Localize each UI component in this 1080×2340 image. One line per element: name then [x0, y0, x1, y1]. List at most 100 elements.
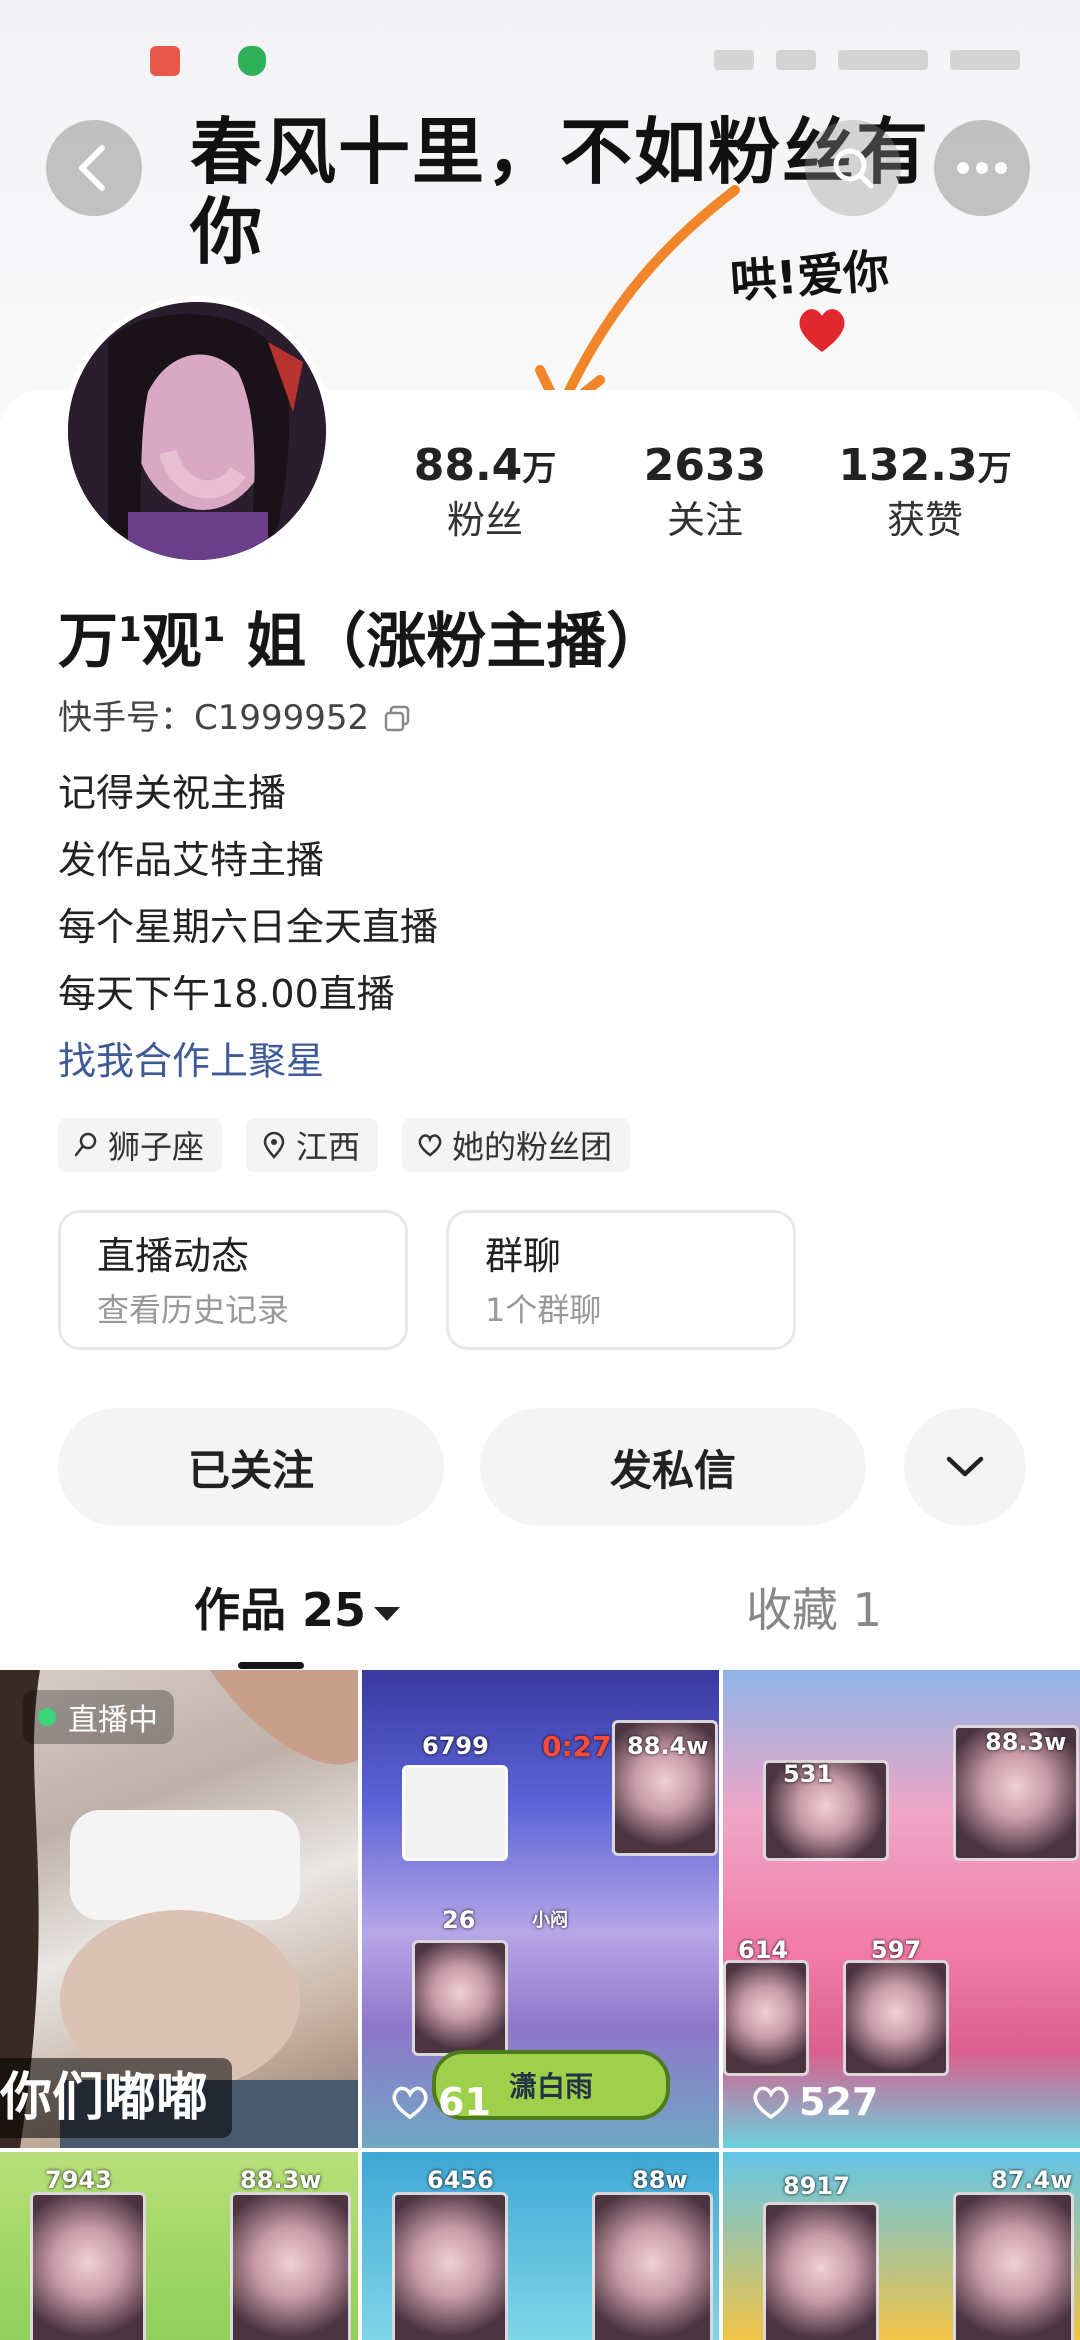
tag-zodiac-label: 狮子座	[108, 1128, 205, 1166]
stat-fans[interactable]: 88.4万 粉丝	[375, 440, 595, 550]
overlay-count: 6456	[427, 2166, 494, 2194]
work-card[interactable]: 7943 88.3w	[0, 2152, 358, 2340]
stat-following-label: 关注	[666, 498, 743, 542]
copy-icon[interactable]	[383, 704, 411, 732]
video-inset	[723, 1960, 809, 2076]
group-chat-card[interactable]: 群聊 1个群聊	[446, 1210, 796, 1350]
tab-works[interactable]: 作品 25	[194, 1570, 401, 1650]
video-inset	[412, 1940, 508, 2056]
stat-likes-value: 132.3	[838, 440, 978, 491]
profile-name: 万1观1 姐（涨粉主播）	[58, 590, 666, 682]
card-subtitle: 查看历史记录	[97, 1291, 290, 1329]
video-inset	[763, 2202, 879, 2340]
like-count-value: 61	[438, 2080, 491, 2124]
live-history-card[interactable]: 直播动态 查看历史记录	[58, 1210, 408, 1350]
fan-group-heart-icon	[418, 1134, 442, 1157]
stat-fans-value: 88.4	[413, 440, 523, 491]
more-horizontal-icon	[957, 162, 1007, 174]
kuaishou-id: 快手号：C1999952	[58, 698, 370, 738]
name-sup-2: 1	[201, 610, 226, 650]
status-bar	[0, 0, 1080, 110]
chevron-left-icon	[79, 145, 105, 191]
work-card[interactable]: 8917 87.4w	[723, 2152, 1080, 2340]
video-inset	[30, 2192, 146, 2340]
search-icon	[833, 148, 874, 189]
message-button[interactable]: 发私信	[480, 1408, 866, 1526]
bio-line: 发作品艾特主播	[58, 838, 325, 882]
bio-line: 记得关祝主播	[58, 771, 287, 815]
name-part-2: 观	[141, 607, 202, 677]
tab-works-label: 作品 25	[194, 1583, 367, 1637]
heart-icon	[799, 309, 845, 352]
stat-likes[interactable]: 132.3万 获赞	[815, 440, 1035, 550]
bio-line: 每天下午18.00直播	[58, 972, 395, 1016]
like-count: 527	[751, 2080, 878, 2124]
profile-tags: 狮子座 江西 她的粉丝团	[58, 1118, 631, 1172]
overlay-count: 531	[783, 1760, 834, 1788]
work-card-live[interactable]: 直播中 你们嘟嘟	[0, 1670, 358, 2148]
live-caption: 你们嘟嘟	[0, 2058, 233, 2138]
overlay-count: 7943	[45, 2166, 112, 2194]
following-button[interactable]: 已关注	[58, 1408, 444, 1526]
content-tabs: 作品 25 收藏 1	[0, 1570, 1080, 1670]
avatar-portrait	[68, 302, 326, 560]
stat-following[interactable]: 2633 关注	[595, 440, 815, 550]
work-card[interactable]: 6799 88.4w 0:27 26 小闷 潇白雨 61	[362, 1670, 719, 2148]
live-badge-label: 直播中	[68, 1703, 158, 1738]
work-card[interactable]: 531 88.3w 614 597 527	[723, 1670, 1080, 2148]
overlay-fans: 88.4w	[627, 1732, 709, 1760]
stat-fans-unit: 万	[522, 449, 557, 489]
feature-cards: 直播动态 查看历史记录 群聊 1个群聊	[58, 1210, 796, 1350]
bio-line: 每个星期六日全天直播	[58, 905, 439, 949]
overlay-fans: 88w	[632, 2166, 688, 2194]
like-count: 61	[390, 2080, 491, 2124]
location-pin-icon	[263, 1131, 285, 1159]
works-grid: 直播中 你们嘟嘟 6799 88.4w 0:27 26 小闷 潇白雨 61 53…	[0, 1670, 1080, 2340]
stat-fans-label: 粉丝	[446, 498, 523, 542]
overlay-count: 6799	[422, 1732, 489, 1760]
heart-outline-icon	[392, 2086, 428, 2120]
overlay-count: 26	[442, 1906, 476, 1934]
expand-button[interactable]	[904, 1408, 1026, 1526]
tab-favorites[interactable]: 收藏 1	[746, 1570, 882, 1650]
like-count-value: 527	[799, 2080, 879, 2124]
tag-location-label: 江西	[296, 1128, 361, 1166]
stat-likes-label: 获赞	[886, 498, 963, 542]
bio-link[interactable]: 找我合作上聚星	[58, 1028, 438, 1095]
overlay-timer: 0:27	[542, 1730, 612, 1763]
tag-fan-group-label: 她的粉丝团	[452, 1128, 613, 1166]
card-title: 群聊	[485, 1234, 562, 1278]
overlay-label: 小闷	[532, 1910, 568, 1931]
video-inset	[402, 1765, 508, 1861]
profile-actions: 已关注 发私信	[58, 1408, 1026, 1526]
profile-stats: 88.4万 粉丝 2633 关注 132.3万 获赞	[375, 440, 1035, 550]
live-dot-icon	[38, 1708, 56, 1726]
search-button[interactable]	[805, 120, 901, 216]
name-part-1: 万	[58, 607, 118, 677]
zodiac-leo-icon	[74, 1132, 97, 1157]
work-card[interactable]: 6456 88w	[362, 2152, 719, 2340]
avatar-image[interactable]	[62, 296, 332, 566]
overlay-fans: 87.4w	[991, 2166, 1073, 2194]
live-badge: 直播中	[22, 1690, 174, 1744]
shield-icon	[238, 46, 266, 76]
caret-down-icon	[374, 1606, 401, 1621]
tag-zodiac[interactable]: 狮子座	[58, 1118, 223, 1172]
overlay-count: 8917	[783, 2172, 850, 2200]
chevron-down-icon	[946, 1456, 984, 1477]
status-indicators	[650, 50, 1020, 74]
name-sup-1: 1	[118, 610, 142, 650]
active-tab-indicator	[238, 1662, 304, 1669]
bio: 记得关祝主播 发作品艾特主播 每个星期六日全天直播 每天下午18.00直播 找我…	[58, 760, 438, 1095]
back-button[interactable]	[46, 120, 142, 216]
overlay-count: 614	[738, 1936, 789, 1964]
video-inset	[843, 1960, 949, 2076]
video-inset	[953, 2192, 1074, 2340]
tag-location[interactable]: 江西	[246, 1118, 379, 1172]
heart-outline-icon	[753, 2086, 789, 2120]
tag-fan-group[interactable]: 她的粉丝团	[402, 1118, 631, 1172]
card-subtitle: 1个群聊	[485, 1291, 602, 1329]
stat-likes-unit: 万	[977, 449, 1012, 489]
card-title: 直播动态	[97, 1234, 250, 1278]
more-button[interactable]	[934, 120, 1030, 216]
